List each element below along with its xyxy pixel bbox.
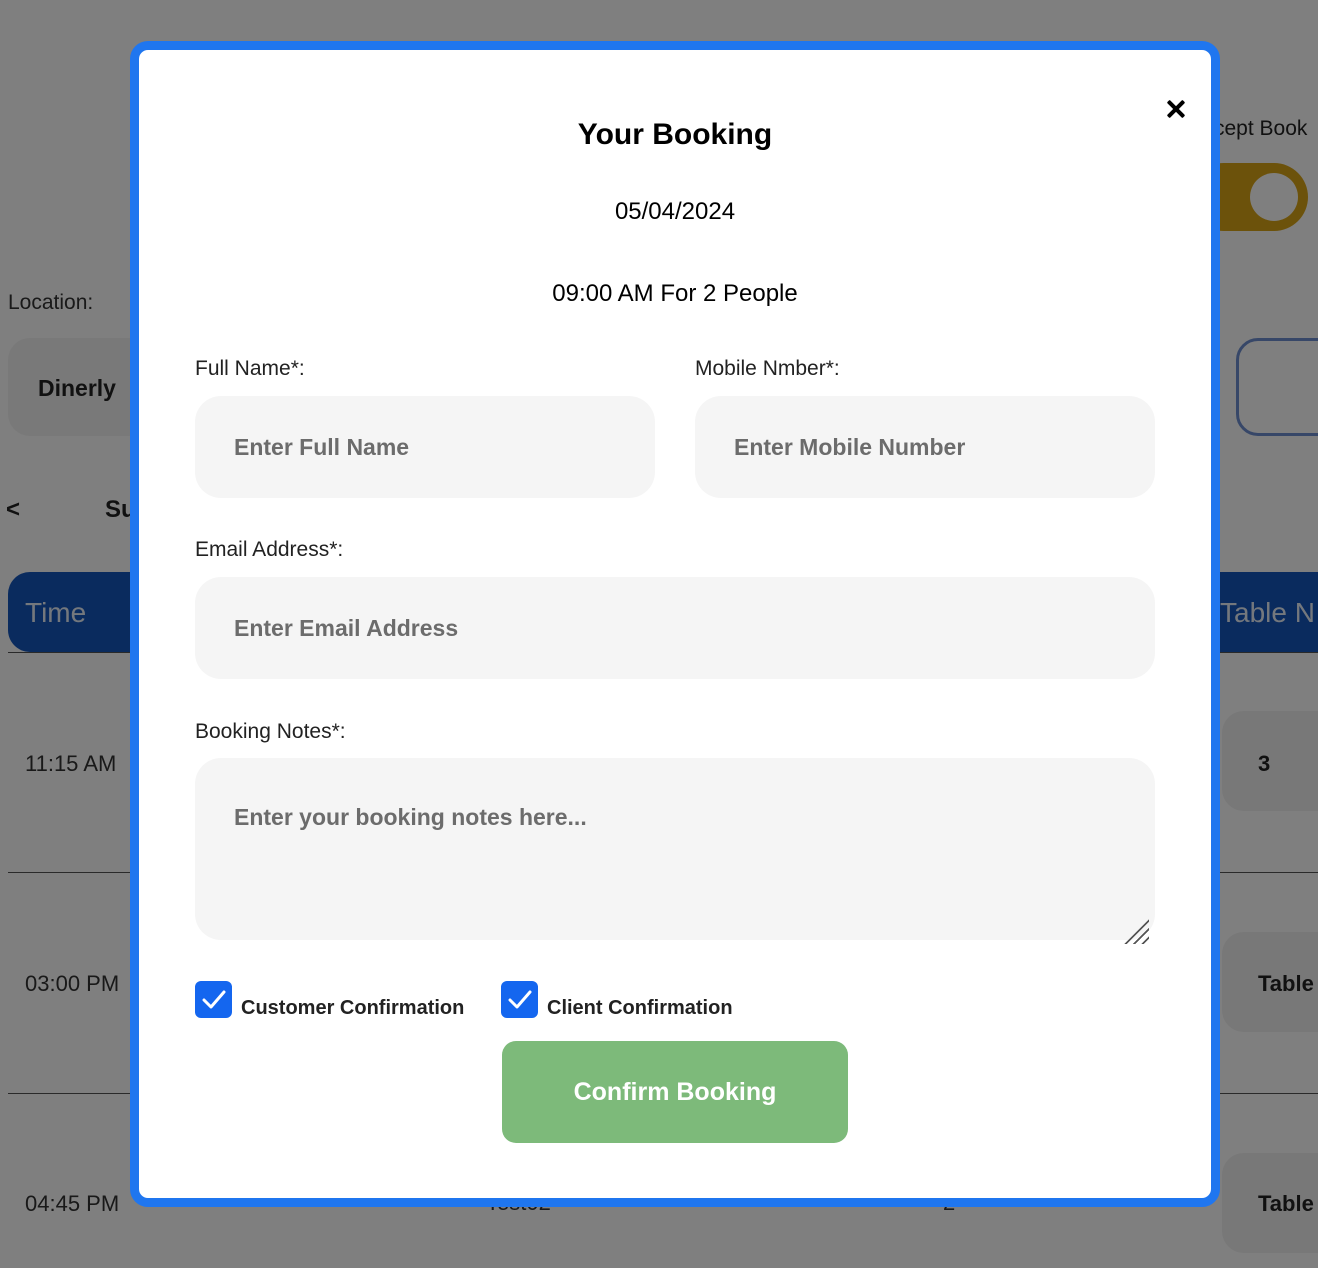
email-label: Email Address*: bbox=[195, 538, 344, 561]
mobile-number-input[interactable] bbox=[695, 396, 1155, 498]
client-confirmation-label[interactable]: Client Confirmation bbox=[547, 997, 733, 1020]
booking-modal: Your Booking 05/04/2024 09:00 AM For 2 P… bbox=[130, 41, 1220, 1207]
email-input[interactable] bbox=[195, 577, 1155, 679]
modal-title: Your Booking bbox=[577, 118, 773, 151]
full-name-label: Full Name*: bbox=[195, 357, 305, 380]
mobile-number-label: Mobile Nmber*: bbox=[695, 357, 840, 380]
customer-confirmation-label[interactable]: Customer Confirmation bbox=[241, 997, 464, 1020]
customer-confirmation-checkbox[interactable] bbox=[195, 981, 232, 1018]
checkmark-icon bbox=[202, 990, 226, 1009]
confirm-booking-button[interactable]: Confirm Booking bbox=[502, 1041, 848, 1143]
booking-notes-label: Booking Notes*: bbox=[195, 720, 346, 743]
booking-date: 05/04/2024 bbox=[614, 198, 736, 225]
booking-notes-textarea[interactable] bbox=[195, 758, 1155, 940]
booking-slot: 09:00 AM For 2 People bbox=[552, 280, 798, 307]
client-confirmation-checkbox[interactable] bbox=[501, 981, 538, 1018]
checkmark-icon bbox=[508, 990, 532, 1009]
full-name-input[interactable] bbox=[195, 396, 655, 498]
